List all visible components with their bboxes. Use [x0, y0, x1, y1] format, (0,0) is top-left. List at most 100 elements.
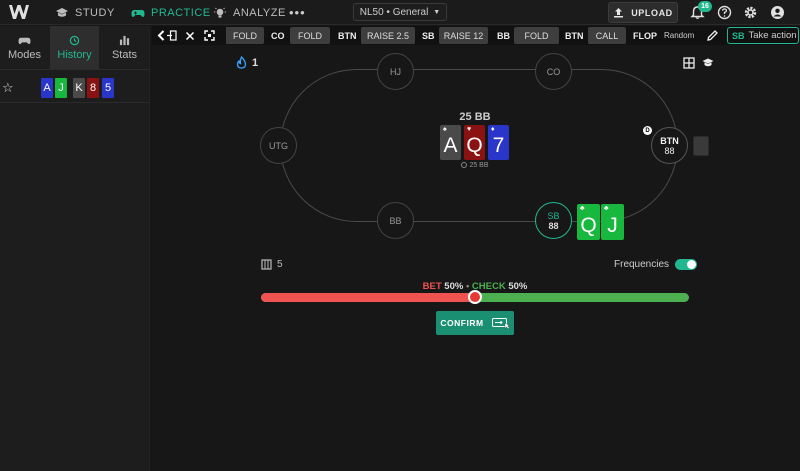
tab-modes-label: Modes [7, 48, 42, 61]
history-card: 5 [102, 78, 114, 98]
take-action-position: SB [732, 30, 745, 41]
seat-co[interactable]: CO [535, 53, 572, 90]
history-icon [69, 35, 80, 45]
nav-practice[interactable]: PRACTICE [131, 0, 211, 25]
suit-club-icon: ♣ [604, 205, 609, 212]
bar-chart-icon [119, 35, 130, 45]
divider [0, 69, 150, 70]
pot-size: 25 BB [459, 111, 491, 123]
streak-counter: 1 [236, 56, 258, 69]
frequencies-toggle[interactable] [675, 259, 698, 270]
tab-history[interactable]: History [50, 26, 99, 69]
action-position: CO [271, 30, 285, 41]
card-rank: J [607, 214, 618, 237]
suit-spade-icon: ♠ [443, 126, 447, 133]
graduation-cap-icon [56, 7, 68, 17]
fire-icon [236, 56, 247, 69]
street-label: FLOP [633, 30, 657, 41]
action-chip[interactable]: FOLD [514, 27, 559, 44]
board-card: ♦ 7 [488, 125, 509, 160]
tab-stats-label: Stats [111, 48, 138, 61]
take-action-button[interactable]: SB Take action [727, 27, 799, 44]
seat-bb[interactable]: BB [377, 202, 414, 239]
hand-counter: 5 [261, 259, 283, 270]
seat-btn[interactable]: BTN 88 [651, 127, 688, 164]
seat-stack: 88 [548, 220, 559, 231]
nav-study[interactable]: STUDY [55, 0, 115, 25]
upload-icon [614, 8, 624, 18]
action-chip[interactable]: FOLD [226, 27, 264, 44]
bet-label: BET [422, 281, 442, 292]
board-card: ♠ A [440, 125, 461, 160]
tab-stats[interactable]: Stats [100, 26, 149, 69]
confirm-button[interactable]: CONFIRM [436, 311, 514, 335]
suit-diamond-icon: ♦ [491, 126, 495, 133]
confirm-label: CONFIRM [440, 318, 484, 328]
context-select[interactable]: NL50 • General ▼ [353, 3, 447, 21]
take-action-label: Take action [748, 30, 797, 41]
action-position: BTN [565, 30, 584, 41]
logo-icon [9, 5, 29, 19]
seat-sb-hero[interactable]: SB 88 [535, 202, 572, 239]
exit-icon[interactable] [165, 28, 179, 43]
help-icon[interactable] [717, 5, 732, 20]
seat-label: CO [546, 66, 561, 77]
hero-card: ♣ Q [577, 204, 600, 240]
action-chip[interactable]: CALL [588, 27, 626, 44]
account-icon[interactable] [770, 5, 785, 20]
star-icon[interactable]: ☆ [2, 80, 14, 96]
action-chip[interactable]: RAISE 2.5 [361, 27, 415, 44]
btn-cards-back [693, 136, 709, 156]
history-row[interactable]: ☆ A J K 8 5 [0, 72, 150, 102]
action-chip[interactable]: FOLD [290, 27, 330, 44]
upload-button[interactable]: UPLOAD [608, 2, 678, 23]
chevron-down-icon: ▼ [433, 8, 441, 16]
grid-view-icon[interactable] [683, 57, 695, 69]
frequencies-label: Frequencies [614, 259, 670, 270]
suit-heart-icon: ♥ [467, 126, 472, 133]
action-history-bar: FOLD CO FOLD BTN RAISE 2.5 SB RAISE 12 B… [152, 26, 800, 45]
pot-chips-label: 25 BB [469, 162, 489, 169]
frequencies-toggle-row[interactable]: Frequencies [614, 259, 698, 270]
bet-percent: 50% [444, 281, 464, 292]
close-icon[interactable] [183, 28, 197, 43]
history-card: K [73, 78, 85, 98]
slider-thumb[interactable] [468, 290, 482, 304]
tab-modes[interactable]: Modes [0, 26, 49, 69]
top-nav: STUDY PRACTICE ANALYZE ••• NL50 • Genera… [0, 0, 800, 25]
action-position: BTN [338, 30, 357, 41]
history-card: 8 [87, 78, 99, 98]
left-panel: Modes History Stats ☆ A J K 8 5 [0, 26, 150, 471]
history-card: J [55, 78, 67, 98]
gamepad-icon [18, 37, 31, 44]
pencil-icon[interactable] [706, 29, 719, 42]
tab-history-label: History [57, 48, 92, 61]
random-label[interactable]: Random [664, 26, 694, 45]
suit-club-icon: ♣ [580, 205, 585, 212]
seat-label: HJ [390, 66, 401, 77]
lightbulb-icon [214, 7, 226, 18]
nav-practice-label: PRACTICE [151, 6, 211, 19]
nav-analyze[interactable]: ANALYZE [213, 0, 286, 25]
pot-chips: 25 BB [440, 162, 510, 169]
context-label: NL50 • General [359, 6, 429, 18]
seat-label: BB [389, 215, 402, 226]
board-card: ♥ Q [464, 125, 485, 160]
seat-hj[interactable]: HJ [377, 53, 414, 90]
bet-fill [261, 293, 475, 302]
graduation-cap-icon[interactable] [702, 57, 714, 69]
streak-value: 1 [252, 56, 259, 69]
gear-icon[interactable] [743, 5, 758, 20]
hand-count: 5 [277, 259, 283, 270]
cards-stack-icon [261, 259, 272, 270]
seat-label: SB [547, 210, 560, 221]
nav-analyze-label: ANALYZE [233, 6, 286, 19]
app-logo[interactable] [6, 1, 32, 23]
more-menu-button[interactable]: ••• [289, 5, 306, 20]
chip-icon [461, 162, 468, 168]
nav-study-label: STUDY [75, 6, 115, 19]
fullscreen-icon[interactable] [202, 28, 216, 43]
seat-utg[interactable]: UTG [260, 127, 297, 164]
notification-badge: 16 [698, 1, 712, 12]
action-chip[interactable]: RAISE 12 [439, 27, 488, 44]
